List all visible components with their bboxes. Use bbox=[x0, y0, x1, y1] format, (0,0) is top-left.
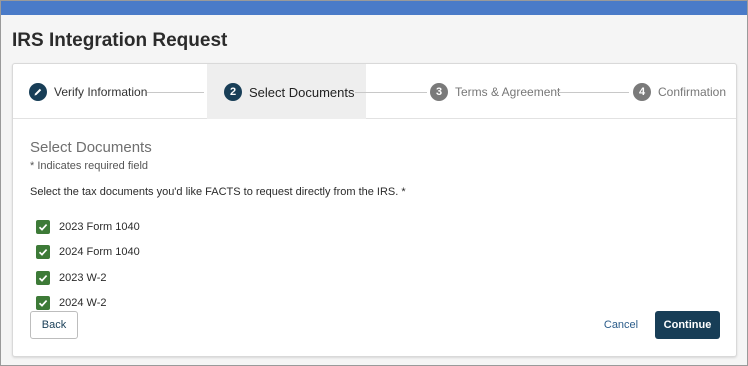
top-header-bar bbox=[1, 1, 747, 15]
checkbox-label[interactable]: 2023 Form 1040 bbox=[59, 221, 140, 233]
document-option-2024-form-1040: 2024 Form 1040 bbox=[36, 240, 140, 266]
checkbox-label[interactable]: 2024 W-2 bbox=[59, 297, 107, 309]
continue-button[interactable]: Continue bbox=[655, 311, 720, 339]
document-checklist: 2023 Form 1040 2024 Form 1040 2023 W-2 2… bbox=[36, 214, 140, 316]
stepper: Verify Information 2 Select Documents 3 … bbox=[13, 64, 736, 119]
cancel-button[interactable]: Cancel bbox=[598, 311, 644, 339]
checkbox-checked[interactable] bbox=[36, 296, 50, 311]
back-button[interactable]: Back bbox=[30, 311, 78, 339]
step-confirmation[interactable]: 4 Confirmation bbox=[633, 82, 726, 102]
checkbox-checked[interactable] bbox=[36, 245, 50, 260]
step-number-badge: 4 bbox=[633, 83, 651, 101]
checkbox-label[interactable]: 2023 W-2 bbox=[59, 272, 107, 284]
step-label: Terms & Agreement bbox=[455, 85, 561, 99]
step-label: Confirmation bbox=[658, 85, 727, 99]
checkbox-label[interactable]: 2024 Form 1040 bbox=[59, 246, 140, 258]
step-verify-information[interactable]: Verify Information bbox=[29, 82, 147, 102]
checkmark-icon bbox=[38, 300, 48, 308]
checkmark-icon bbox=[38, 274, 48, 282]
checkmark-icon bbox=[38, 249, 48, 257]
step-connector bbox=[355, 92, 427, 93]
step-label: Verify Information bbox=[54, 85, 148, 99]
section-title: Select Documents bbox=[30, 139, 152, 156]
checkmark-icon bbox=[38, 223, 48, 231]
instruction-text: Select the tax documents you'd like FACT… bbox=[30, 186, 406, 198]
step-number-badge: 3 bbox=[430, 83, 448, 101]
step-terms-agreement[interactable]: 3 Terms & Agreement bbox=[430, 82, 560, 102]
step-select-documents[interactable]: 2 Select Documents bbox=[224, 82, 355, 102]
request-card: Verify Information 2 Select Documents 3 … bbox=[12, 63, 737, 357]
page-title: IRS Integration Request bbox=[12, 30, 228, 51]
step-number-badge: 2 bbox=[224, 83, 242, 101]
step-label: Select Documents bbox=[249, 84, 355, 100]
step-connector bbox=[147, 92, 204, 93]
step-connector bbox=[557, 92, 629, 93]
document-option-2023-form-1040: 2023 Form 1040 bbox=[36, 214, 140, 240]
checkbox-checked[interactable] bbox=[36, 219, 50, 234]
required-field-note: * Indicates required field bbox=[30, 160, 149, 172]
pencil-icon bbox=[29, 83, 47, 101]
document-option-2023-w2: 2023 W-2 bbox=[36, 265, 140, 291]
checkbox-checked[interactable] bbox=[36, 270, 50, 285]
